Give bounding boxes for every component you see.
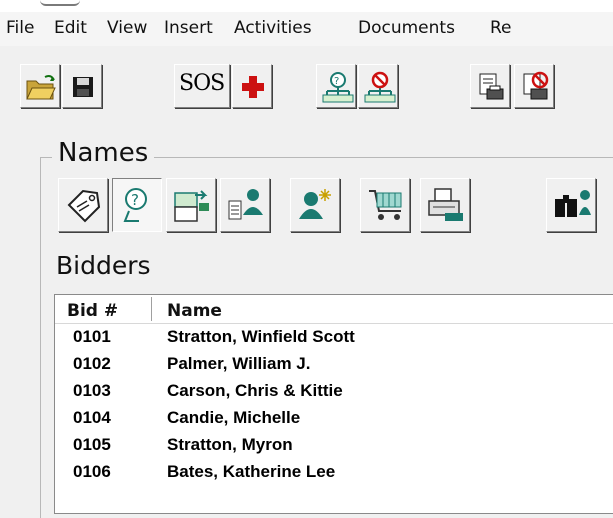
register-button[interactable] [420,178,470,232]
table-row[interactable]: 0101 Stratton, Winfield Scott [55,325,613,352]
bidder-number-button[interactable]: ? [112,178,162,232]
sos-label: SOS [179,71,225,96]
bid-number-cell: 0105 [73,435,111,454]
names-group-title: Names [52,138,155,168]
person-list-button[interactable] [220,178,270,232]
bid-number-cell: 0102 [73,354,111,373]
bidders-table: Bid # Name 0101 Stratton, Winfield Scott… [54,294,613,514]
first-aid-button[interactable] [232,64,272,108]
bidder-name-cell: Stratton, Winfield Scott [167,327,355,346]
menu-file[interactable]: File [6,18,34,38]
bidder-name-cell: Carson, Chris & Kittie [167,381,343,400]
bidders-label: Bidders [56,251,151,280]
menu-reports[interactable]: Re [490,18,512,38]
bid-number-cell: 0106 [73,462,111,481]
table-row[interactable]: 0104 Candie, Michelle [55,406,613,433]
menu-edit[interactable]: Edit [54,18,87,38]
table-row[interactable]: 0103 Carson, Chris & Kittie [55,379,613,406]
sos-button[interactable]: SOS [174,64,230,108]
title-bar-strip [0,0,613,12]
column-header-bid-number[interactable]: Bid # [67,301,118,321]
save-button[interactable] [62,64,102,108]
menu-documents[interactable]: Documents [358,18,455,38]
binoculars-button[interactable] [546,178,596,232]
bidder-name-cell: Stratton, Myron [167,435,293,454]
menu-insert[interactable]: Insert [164,18,213,38]
svg-text:?: ? [131,191,139,209]
table-row[interactable]: 0102 Palmer, William J. [55,352,613,379]
bidder-network-button[interactable]: ? [316,64,356,108]
tag-button[interactable] [58,178,108,232]
bid-number-cell: 0103 [73,381,111,400]
print-document-button[interactable] [470,64,510,108]
bidder-name-cell: Palmer, William J. [167,354,311,373]
table-row[interactable]: 0106 Bates, Katherine Lee [55,460,613,487]
menu-bar: File Edit View Insert Activities Documen… [0,12,613,46]
bid-number-cell: 0101 [73,327,111,346]
shopping-cart-button[interactable] [360,178,410,232]
bidder-name-cell: Candie, Michelle [167,408,301,427]
no-print-document-button[interactable] [514,64,554,108]
bid-number-cell: 0104 [73,408,111,427]
table-header: Bid # Name [55,295,613,324]
open-button[interactable] [20,64,60,108]
main-toolbar: SOS ? [0,46,613,130]
menu-view[interactable]: View [107,18,147,38]
column-divider[interactable] [151,297,152,321]
no-bidder-network-button[interactable] [358,64,398,108]
menu-activities[interactable]: Activities [234,18,312,38]
svg-text:?: ? [334,76,339,87]
card-transfer-button[interactable] [166,178,216,232]
table-row[interactable]: 0105 Stratton, Myron [55,433,613,460]
bidder-name-cell: Bates, Katherine Lee [167,462,336,481]
column-header-name[interactable]: Name [167,301,222,321]
new-person-button[interactable] [290,178,340,232]
